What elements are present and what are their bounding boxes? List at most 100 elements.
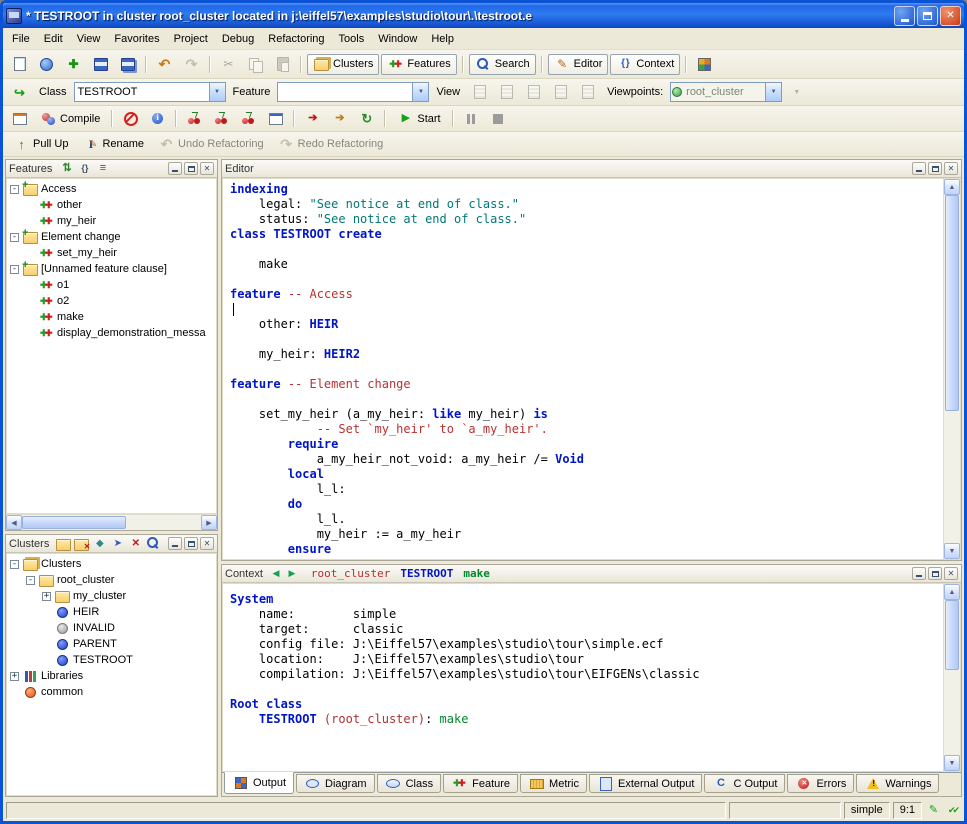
finalize-icon[interactable]	[236, 108, 261, 129]
scrollbar-track[interactable]	[22, 515, 201, 530]
tab-c-output[interactable]: C Output	[704, 774, 785, 793]
tab-errors[interactable]: Errors	[787, 774, 854, 793]
start-button[interactable]: Start	[391, 108, 446, 129]
dropdown-arrow-icon[interactable]: ▼	[209, 83, 225, 101]
dropdown-arrow-icon[interactable]: ▼	[412, 83, 428, 101]
breadcrumb-testroot[interactable]: TESTROOT	[400, 567, 453, 580]
feature-item-unnamed-feature-clause[interactable]: -[Unnamed feature clause]	[7, 261, 216, 277]
pull-up-button[interactable]: Pull Up	[7, 134, 74, 155]
dropdown-arrow-icon[interactable]: ▼	[765, 83, 781, 101]
breadcrumb-root-cluster[interactable]: root_cluster	[311, 567, 390, 580]
menu-help[interactable]: Help	[424, 30, 461, 48]
cluster-item-common[interactable]: common	[7, 684, 216, 700]
open-class-icon[interactable]	[7, 82, 32, 103]
menu-tools[interactable]: Tools	[332, 30, 372, 48]
cluster-item-clusters[interactable]: -Clusters	[7, 556, 216, 572]
feature-combobox[interactable]: ▼	[277, 82, 429, 102]
save-all-icon[interactable]	[115, 54, 140, 75]
scrollbar-track[interactable]	[944, 195, 960, 543]
search-toggle-button[interactable]: Search	[469, 54, 536, 75]
sort-features-icon[interactable]	[58, 161, 75, 176]
context-output-area[interactable]: System name: simple target: classic conf…	[223, 584, 943, 771]
menu-view[interactable]: View	[70, 30, 108, 48]
scroll-up-icon[interactable]: ▲	[944, 584, 960, 600]
panel-close-icon[interactable]: ✕	[200, 537, 214, 550]
context-toggle-button[interactable]: Context	[610, 54, 680, 75]
cancel-compile-icon[interactable]	[118, 108, 143, 129]
editor-vertical-scrollbar[interactable]: ▲ ▼	[943, 179, 960, 559]
new-cluster-icon[interactable]	[55, 536, 72, 551]
feature-item-set-my-heir[interactable]: set_my_heir	[7, 245, 216, 261]
scroll-left-icon[interactable]: ◀	[6, 515, 22, 530]
scrollbar-track[interactable]	[944, 600, 960, 755]
feature-item-my-heir[interactable]: my_heir	[7, 213, 216, 229]
rename-button[interactable]: Rename	[76, 134, 150, 155]
back-icon[interactable]: ◀	[269, 567, 283, 580]
menu-favorites[interactable]: Favorites	[107, 30, 166, 48]
new-document-icon[interactable]	[7, 54, 32, 75]
melt-icon[interactable]	[182, 108, 207, 129]
cluster-item-invalid[interactable]: INVALID	[7, 620, 216, 636]
cluster-item-heir[interactable]: HEIR	[7, 604, 216, 620]
panel-close-icon[interactable]: ✕	[944, 162, 958, 175]
compile-button[interactable]: Compile	[34, 108, 106, 129]
close-button[interactable]: ✕	[940, 6, 961, 26]
menu-window[interactable]: Window	[371, 30, 424, 48]
collapse-icon[interactable]: -	[26, 576, 35, 585]
cluster-item-root-cluster[interactable]: -root_cluster	[7, 572, 216, 588]
maximize-button[interactable]	[917, 6, 938, 26]
editor-code-area[interactable]: indexing legal: "See notice at end of cl…	[223, 179, 943, 559]
expand-icon[interactable]: +	[42, 592, 51, 601]
feature-item-other[interactable]: other	[7, 197, 216, 213]
scroll-down-icon[interactable]: ▼	[944, 755, 960, 771]
menu-debug[interactable]: Debug	[215, 30, 261, 48]
open-icon[interactable]	[34, 54, 59, 75]
features-horizontal-scrollbar[interactable]: ◀ ▶	[6, 514, 217, 530]
editor-toggle-button[interactable]: Editor	[548, 54, 609, 75]
viewpoints-combobox[interactable]: root_cluster▼	[670, 82, 782, 102]
breadcrumb-make[interactable]: make	[463, 567, 490, 580]
collapse-icon[interactable]: -	[10, 560, 19, 569]
compile-window-icon[interactable]	[263, 108, 288, 129]
delete-cluster-icon[interactable]	[73, 536, 90, 551]
expand-icon[interactable]: +	[10, 672, 19, 681]
tab-output[interactable]: Output	[224, 772, 294, 794]
tab-external-output[interactable]: External Output	[589, 774, 702, 793]
tab-feature[interactable]: Feature	[443, 774, 518, 793]
search-cluster-icon[interactable]	[145, 536, 162, 551]
save-icon[interactable]	[88, 54, 113, 75]
scroll-up-icon[interactable]: ▲	[944, 179, 960, 195]
panel-minimize-icon[interactable]	[168, 537, 182, 550]
feature-item-display-demonstration-messa[interactable]: display_demonstration_messa	[7, 325, 216, 341]
clusters-toggle-button[interactable]: Clusters	[307, 54, 379, 75]
collapse-icon[interactable]: -	[10, 265, 19, 274]
tab-class[interactable]: Class	[377, 774, 442, 793]
scrollbar-thumb[interactable]	[945, 195, 959, 411]
add-item-icon[interactable]	[61, 54, 86, 75]
collapse-icon[interactable]: -	[10, 185, 19, 194]
menu-file[interactable]: File	[5, 30, 37, 48]
cluster-item-libraries[interactable]: +Libraries	[7, 668, 216, 684]
context-vertical-scrollbar[interactable]: ▲ ▼	[943, 584, 960, 771]
tab-metric[interactable]: Metric	[520, 774, 587, 793]
forward-icon[interactable]: ▶	[285, 567, 299, 580]
menu-project[interactable]: Project	[167, 30, 215, 48]
go-to-warning-icon[interactable]	[327, 108, 352, 129]
cluster-item-parent[interactable]: PARENT	[7, 636, 216, 652]
remove-icon[interactable]	[127, 536, 144, 551]
freeze-icon[interactable]	[209, 108, 234, 129]
panel-minimize-icon[interactable]	[912, 162, 926, 175]
go-to-error-icon[interactable]	[300, 108, 325, 129]
diagram-tool-icon[interactable]	[692, 54, 717, 75]
feature-item-make[interactable]: make	[7, 309, 216, 325]
signature-icon[interactable]	[76, 161, 93, 176]
feature-clauses-icon[interactable]	[94, 161, 111, 176]
panel-maximize-icon[interactable]	[184, 162, 198, 175]
go-to-icon[interactable]	[109, 536, 126, 551]
titlebar[interactable]: * TESTROOT in cluster root_cluster locat…	[3, 3, 964, 28]
class-options-icon[interactable]	[91, 536, 108, 551]
scrollbar-thumb[interactable]	[945, 600, 959, 670]
feature-item-o1[interactable]: o1	[7, 277, 216, 293]
scroll-down-icon[interactable]: ▼	[944, 543, 960, 559]
menu-edit[interactable]: Edit	[37, 30, 70, 48]
